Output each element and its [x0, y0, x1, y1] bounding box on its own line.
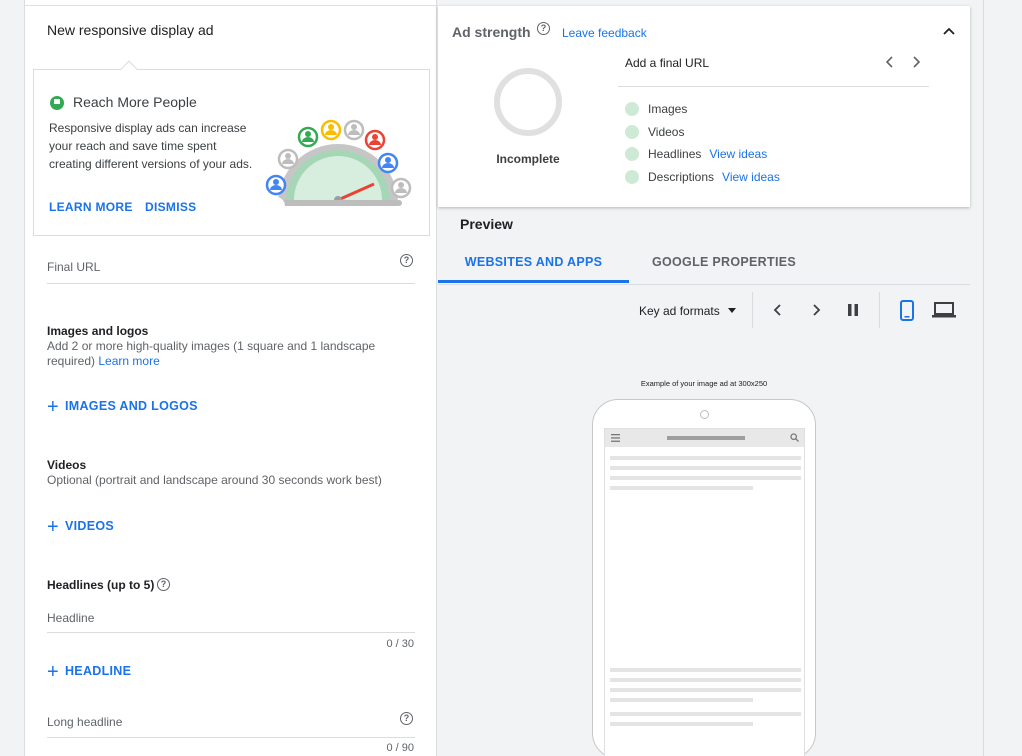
placeholder-line [610, 476, 801, 480]
status-dot-icon [625, 102, 639, 116]
add-images-button[interactable]: + IMAGES AND LOGOS [47, 396, 198, 419]
view-ideas-link[interactable]: View ideas [709, 147, 767, 161]
placeholder-line [610, 712, 801, 716]
chevron-right-icon[interactable] [808, 302, 824, 318]
chevron-right-icon[interactable] [911, 56, 921, 68]
placeholder-line [610, 668, 801, 672]
avatar-icons [265, 119, 412, 199]
headline-underline [47, 632, 415, 633]
placeholder-line [610, 466, 801, 470]
divider [25, 5, 438, 6]
help-icon[interactable]: ? [400, 254, 413, 267]
help-icon[interactable]: ? [400, 712, 413, 725]
tab-websites-and-apps[interactable]: WEBSITES AND APPS [438, 245, 629, 283]
checklist-item: Videos [625, 125, 684, 139]
reach-card-title: Reach More People [73, 94, 197, 110]
phone-browser-bar [605, 429, 804, 447]
tab-google-properties[interactable]: GOOGLE PROPERTIES [629, 245, 819, 283]
dismiss-button[interactable]: DISMISS [145, 200, 196, 214]
images-description: Add 2 or more high-quality images (1 squ… [47, 339, 376, 368]
divider [618, 86, 929, 87]
mobile-icon[interactable] [899, 300, 915, 321]
divider [879, 292, 880, 328]
placeholder-line [610, 678, 801, 682]
chevron-left-icon[interactable] [770, 302, 786, 318]
divider [983, 0, 984, 756]
help-icon[interactable]: ? [157, 578, 170, 591]
card-notch [120, 60, 138, 78]
page-title: New responsive display ad [47, 22, 214, 38]
status-dot-icon [625, 147, 639, 161]
phone-preview [592, 399, 816, 756]
chevron-left-icon[interactable] [885, 56, 895, 68]
images-learn-more-link[interactable]: Learn more [98, 354, 159, 368]
divider [752, 292, 753, 328]
pause-icon[interactable] [845, 302, 861, 318]
key-ad-formats-dropdown[interactable]: Key ad formats [639, 304, 736, 318]
ad-strength-card: Ad strength ? Leave feedback Incomplete … [438, 6, 970, 207]
desktop-icon[interactable] [932, 302, 956, 318]
menu-icon [611, 434, 620, 442]
placeholder-line [610, 456, 801, 460]
headline-char-counter: 0 / 30 [386, 638, 414, 650]
strength-status: Incomplete [496, 152, 560, 166]
caret-down-icon [727, 308, 736, 313]
images-heading: Images and logos [47, 324, 149, 338]
checklist-item: Images [625, 102, 687, 116]
long-headline-input[interactable]: Long headline [47, 715, 122, 729]
ad-editor-panel: New responsive display ad Reach More Peo… [24, 0, 438, 756]
videos-heading: Videos [47, 458, 87, 472]
leave-feedback-link[interactable]: Leave feedback [562, 26, 647, 40]
divider [438, 284, 970, 285]
flag-icon [50, 96, 64, 110]
final-url-input[interactable]: Final URL [47, 260, 100, 274]
placeholder-line [610, 688, 801, 692]
plus-icon: + [47, 661, 59, 683]
placeholder-line [610, 486, 753, 490]
headlines-heading: Headlines (up to 5) [47, 578, 155, 592]
status-dot-icon [625, 170, 639, 184]
checklist-item: Headlines View ideas [625, 147, 767, 161]
learn-more-button[interactable]: LEARN MORE [49, 200, 133, 214]
ad-strength-title: Ad strength [452, 24, 531, 40]
search-icon [790, 433, 799, 442]
strength-ring [494, 68, 562, 136]
long-headline-char-counter: 0 / 90 [386, 742, 414, 754]
status-dot-icon [625, 125, 639, 139]
phone-screen [604, 428, 805, 756]
add-final-url-prompt: Add a final URL [625, 56, 710, 70]
address-bar [667, 436, 745, 440]
checklist-item: Descriptions View ideas [625, 170, 780, 184]
add-headline-button[interactable]: + HEADLINE [47, 661, 131, 684]
placeholder-line [610, 722, 753, 726]
placeholder-line [610, 698, 753, 702]
chevron-up-icon[interactable] [943, 26, 955, 38]
phone-camera [700, 410, 709, 419]
reach-card-body: Responsive display ads can increase your… [49, 121, 253, 171]
example-caption: Example of your image ad at 300x250 [640, 379, 768, 388]
reach-more-people-card: Reach More People Responsive display ads… [33, 60, 430, 236]
headline-input[interactable]: Headline [47, 611, 94, 625]
help-icon[interactable]: ? [537, 22, 550, 35]
videos-description: Optional (portrait and landscape around … [47, 473, 382, 487]
final-url-underline [47, 283, 415, 284]
add-videos-button[interactable]: + VIDEOS [47, 516, 114, 539]
plus-icon: + [47, 396, 59, 418]
preview-title: Preview [460, 216, 513, 232]
long-headline-underline [47, 737, 415, 738]
plus-icon: + [47, 516, 59, 538]
view-ideas-link[interactable]: View ideas [722, 170, 780, 184]
